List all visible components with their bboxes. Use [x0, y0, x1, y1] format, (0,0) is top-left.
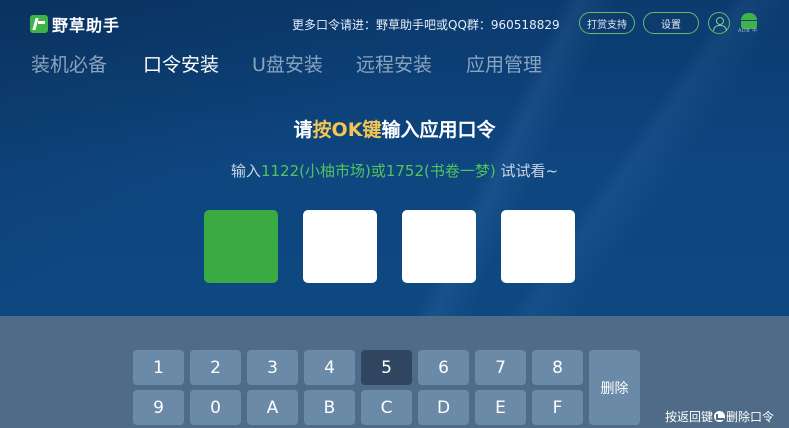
- key-7[interactable]: 7: [475, 350, 526, 385]
- title-highlight: 按OK键: [312, 119, 382, 141]
- android-icon[interactable]: [739, 13, 759, 29]
- key-d[interactable]: D: [418, 390, 469, 425]
- subtitle-prefix: 输入: [230, 162, 261, 180]
- back-icon: [714, 411, 726, 422]
- subtitle-suffix: 试试看~: [495, 162, 559, 180]
- subtitle-code-2: 1752(书卷一梦): [385, 162, 496, 180]
- adb-status-label: ADB 中: [738, 28, 758, 34]
- key-8[interactable]: 8: [532, 350, 583, 385]
- title-prefix: 请: [293, 119, 313, 141]
- user-icon[interactable]: [708, 12, 730, 34]
- subtitle-code-1: 1122(小柚市场): [260, 162, 371, 180]
- key-2[interactable]: 2: [190, 350, 241, 385]
- app-name: 野草助手: [52, 16, 121, 35]
- key-6[interactable]: 6: [418, 350, 469, 385]
- title-suffix: 输入应用口令: [381, 119, 496, 141]
- leaf-logo-icon: [30, 15, 48, 33]
- key-3[interactable]: 3: [247, 350, 298, 385]
- code-slot-3[interactable]: [402, 210, 476, 283]
- key-1[interactable]: 1: [133, 350, 184, 385]
- code-slot-1[interactable]: [204, 210, 278, 283]
- key-f[interactable]: F: [532, 390, 583, 425]
- hint-suffix: 删除口令: [726, 410, 775, 424]
- promo-text: 更多口令请进：野草助手吧或QQ群：960518829: [292, 18, 560, 32]
- key-c[interactable]: C: [361, 390, 412, 425]
- nav-tabs: 装机必备 口令安装 U盘安装 远程安装 应用管理: [0, 50, 789, 80]
- page-title: 请按OK键输入应用口令: [0, 115, 789, 142]
- code-slot-2[interactable]: [303, 210, 377, 283]
- code-slot-4[interactable]: [501, 210, 575, 283]
- tab-code-install[interactable]: 口令安装: [143, 50, 219, 77]
- key-a[interactable]: A: [247, 390, 298, 425]
- key-5[interactable]: 5: [361, 350, 412, 385]
- subtitle-or: 或: [370, 162, 386, 180]
- background-decoration: [0, 0, 789, 316]
- tab-essentials[interactable]: 装机必备: [31, 50, 107, 77]
- delete-button[interactable]: 删除: [589, 350, 640, 425]
- app-logo: 野草助手: [30, 12, 120, 36]
- back-key-hint: 按返回键 删除口令: [665, 408, 774, 425]
- settings-button[interactable]: 设置: [643, 12, 699, 34]
- tab-usb-install[interactable]: U盘安装: [252, 50, 323, 77]
- key-4[interactable]: 4: [304, 350, 355, 385]
- hint-prefix: 按返回键: [665, 410, 714, 424]
- page-subtitle: 输入1122(小柚市场)或1752(书卷一梦) 试试看~: [0, 160, 789, 181]
- tip-button[interactable]: 打赏支持: [579, 12, 635, 34]
- key-e[interactable]: E: [475, 390, 526, 425]
- key-0[interactable]: 0: [190, 390, 241, 425]
- key-9[interactable]: 9: [133, 390, 184, 425]
- key-b[interactable]: B: [304, 390, 355, 425]
- header: 野草助手 更多口令请进：野草助手吧或QQ群：960518829 打赏支持 设置 …: [0, 0, 789, 46]
- tab-remote-install[interactable]: 远程安装: [356, 50, 432, 77]
- tab-app-management[interactable]: 应用管理: [466, 50, 542, 77]
